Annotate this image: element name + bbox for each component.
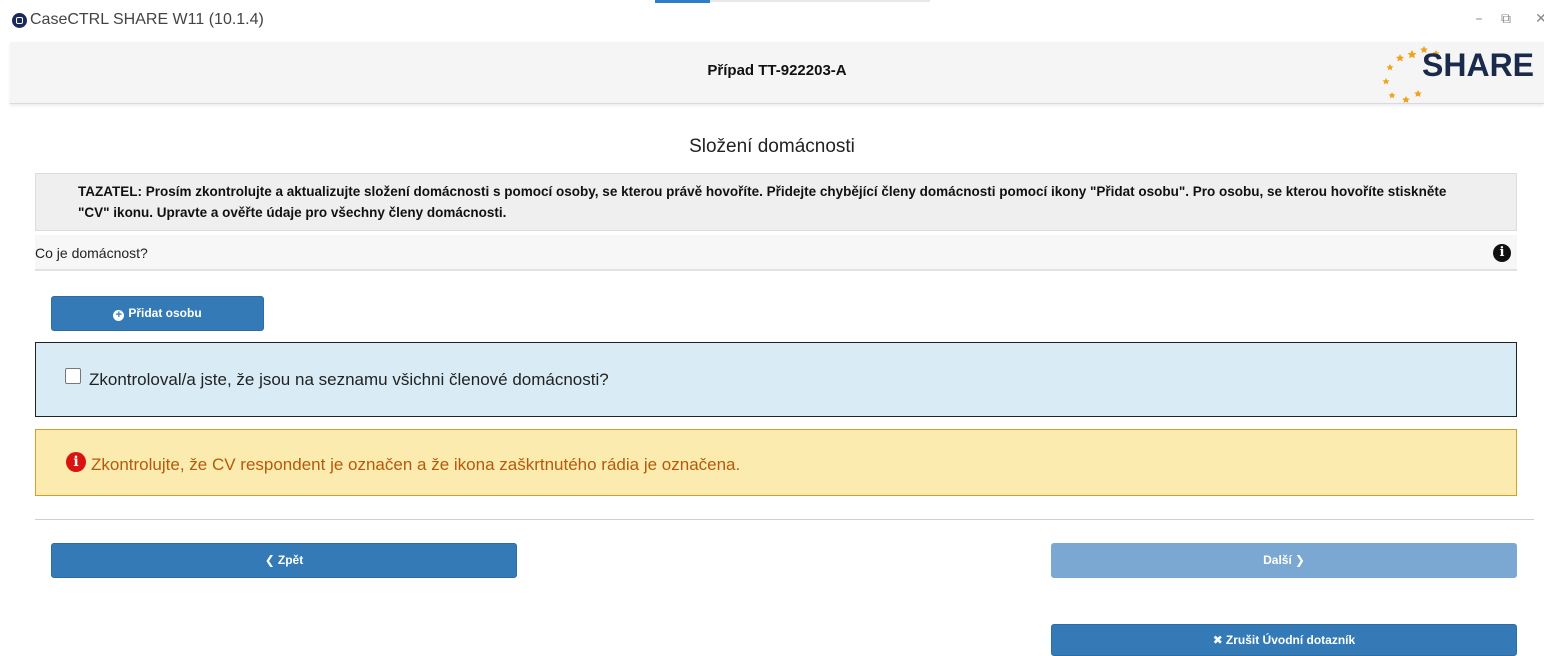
cancel-questionnaire-button[interactable]: ✖ Zrušit Úvodní dotazník [1051, 624, 1517, 656]
interviewer-instruction: TAZATEL: Prosím zkontrolujte a aktualizu… [35, 173, 1517, 231]
logo-text: SHARE [1422, 47, 1535, 83]
page-title: Složení domácnosti [689, 136, 855, 157]
plus-circle-icon: + [113, 310, 125, 321]
confirm-members-label[interactable]: Zkontroloval/a jste, že jsou na seznamu … [89, 370, 609, 390]
warning-info-icon: i [66, 452, 86, 472]
next-label: Další [1263, 553, 1292, 567]
confirm-members-checkbox[interactable] [65, 368, 81, 384]
back-label: Zpět [277, 553, 304, 567]
info-icon[interactable]: i [1493, 244, 1511, 262]
divider [35, 519, 1534, 520]
close-x-icon: ✖ [1212, 633, 1223, 647]
share-logo: SHARE [1372, 42, 1544, 104]
tab-indicator-track [710, 0, 930, 2]
minimize-button[interactable]: – [1464, 8, 1494, 30]
warning-text: Zkontrolujte, že CV respondent je označe… [91, 455, 741, 474]
add-person-button[interactable]: + Přidat osobu [51, 296, 264, 331]
household-definition-label: Co je domácnost? [35, 245, 148, 261]
restore-button[interactable]: ⧉ [1491, 8, 1521, 30]
confirm-members-panel: Zkontroloval/a jste, že jsou na seznamu … [35, 342, 1517, 417]
cancel-label: Zrušit Úvodní dotazník [1225, 633, 1356, 647]
case-title: Případ TT-922203-A [707, 62, 847, 79]
case-header: Případ TT-922203-A SHARE [10, 42, 1544, 104]
chevron-right-icon: ❯ [1294, 553, 1305, 567]
close-button[interactable]: ✕ [1526, 8, 1544, 30]
next-button[interactable]: Další ❯ [1051, 543, 1517, 578]
app-icon [12, 13, 27, 28]
window-title: CaseCTRL SHARE W11 (10.1.4) [30, 11, 264, 28]
back-button[interactable]: ❮ Zpět [51, 543, 517, 578]
title-bar: CaseCTRL SHARE W11 (10.1.4) – ⧉ ✕ [0, 0, 1544, 42]
tab-indicator-active [655, 0, 710, 3]
chevron-left-icon: ❮ [264, 553, 275, 567]
add-person-label: Přidat osobu [128, 306, 202, 320]
household-definition-row[interactable]: Co je domácnost? i [35, 235, 1517, 271]
warning-panel: i Zkontrolujte, že CV respondent je ozna… [35, 429, 1517, 496]
